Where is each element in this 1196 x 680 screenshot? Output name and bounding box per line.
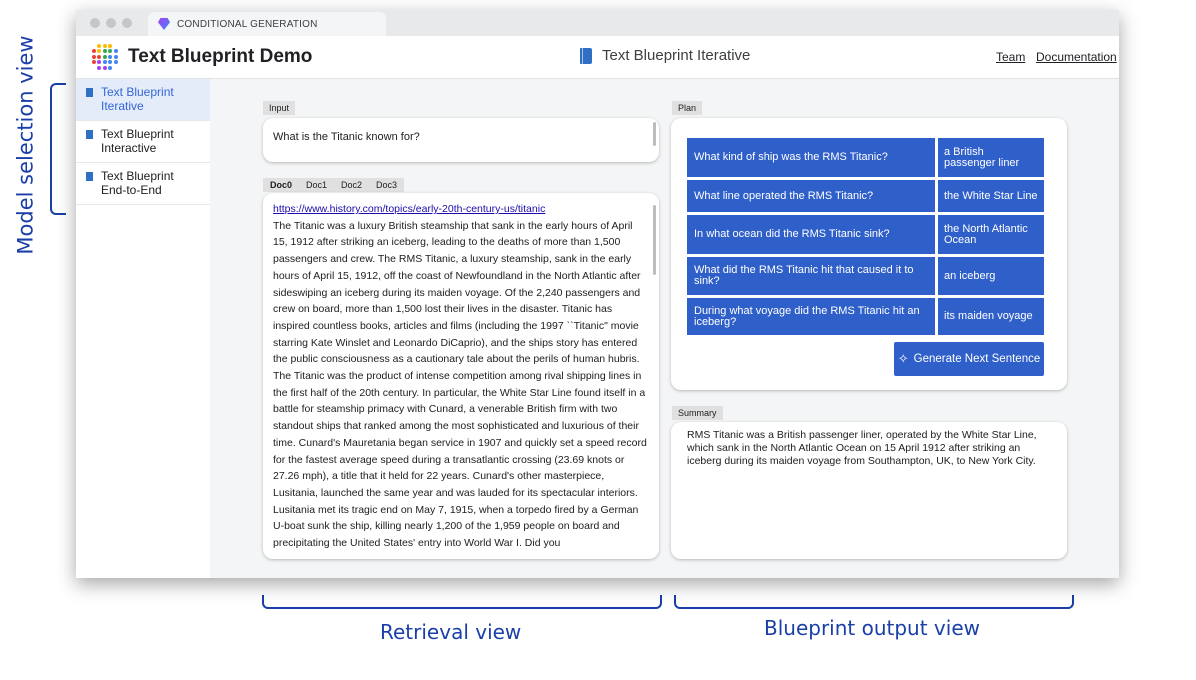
window-close-dot[interactable] [90,18,100,28]
sidebar-item-label: Text Blueprint Iterative [101,85,174,113]
book-icon [86,130,93,139]
generate-button-label: Generate Next Sentence [913,353,1041,365]
plan-question: During what voyage did the RMS Titanic h… [687,298,935,335]
documentation-link[interactable]: Documentation [1036,50,1117,64]
plan-answer: the White Star Line [938,180,1044,212]
sidebar-item-label: Text Blueprint Interactive [101,127,174,155]
plan-answer: a British passenger liner [938,138,1044,177]
browser-tab-title: CONDITIONAL GENERATION [177,18,318,30]
blueprint-output-view-label: Blueprint output view [764,616,980,640]
doc-tabs: Doc0 Doc1 Doc2 Doc3 [263,178,405,192]
input-scrollbar[interactable] [653,122,656,146]
tab-doc3[interactable]: Doc3 [369,178,404,192]
sparkle-icon: ✧ [897,351,909,366]
plan-row: During what voyage did the RMS Titanic h… [687,298,1044,335]
sidebar-item-iterative[interactable]: Text Blueprint Iterative [76,79,210,121]
plan-label: Plan [672,101,703,115]
dots-logo-icon [92,44,118,70]
summary-card: RMS Titanic was a British passenger line… [671,422,1067,559]
document-card: https://www.history.com/topics/early-20t… [263,193,659,559]
plan-question: What kind of ship was the RMS Titanic? [687,138,935,177]
document-url-link[interactable]: https://www.history.com/topics/early-20t… [273,201,649,218]
plan-card: What kind of ship was the RMS Titanic? a… [671,118,1067,390]
window-minimize-dot[interactable] [106,18,116,28]
app-title: Text Blueprint Demo [128,46,313,67]
plan-row: What line operated the RMS Titanic? the … [687,180,1044,212]
generate-next-sentence-button[interactable]: ✧ Generate Next Sentence [894,342,1044,376]
document-content: https://www.history.com/topics/early-20t… [273,201,649,552]
book-icon [86,88,93,97]
sidebar-item-interactive[interactable]: Text Blueprint Interactive [76,121,210,163]
browser-window: CONDITIONAL GENERATION Text Blueprint De… [76,10,1119,578]
input-label: Input [263,101,296,115]
page-title: Text Blueprint Iterative [580,47,750,64]
summary-text: RMS Titanic was a British passenger line… [687,429,1037,467]
plan-row: What kind of ship was the RMS Titanic? a… [687,138,1044,177]
browser-tab-bar: CONDITIONAL GENERATION [76,10,1119,36]
model-selection-brace [50,83,66,215]
book-icon [86,172,93,181]
model-selection-sidebar: Text Blueprint Iterative Text Blueprint … [76,79,210,578]
tab-doc0[interactable]: Doc0 [263,178,299,192]
tab-doc2[interactable]: Doc2 [334,178,369,192]
book-icon [580,47,592,64]
plan-row: What did the RMS Titanic hit that caused… [687,257,1044,295]
summary-label: Summary [672,406,723,420]
retrieval-brace [262,595,662,609]
document-scrollbar[interactable] [653,205,656,275]
sidebar-item-label: Text Blueprint End-to-End [101,169,174,197]
input-field[interactable]: What is the Titanic known for? [273,131,420,143]
plan-answer: an iceberg [938,257,1044,295]
retrieval-view-label: Retrieval view [380,620,522,644]
plan-question: In what ocean did the RMS Titanic sink? [687,215,935,254]
browser-tab[interactable]: CONDITIONAL GENERATION [148,12,386,36]
plan-question: What did the RMS Titanic hit that caused… [687,257,935,295]
window-zoom-dot[interactable] [122,18,132,28]
blueprint-output-brace [674,595,1074,609]
page-title-text: Text Blueprint Iterative [602,47,751,64]
gem-icon [158,18,170,30]
plan-question: What line operated the RMS Titanic? [687,180,935,212]
model-selection-annotation: Model selection view [6,30,46,260]
document-text: The Titanic was a luxury British steamsh… [273,219,647,550]
input-card[interactable]: What is the Titanic known for? [263,118,659,162]
sidebar-item-end-to-end[interactable]: Text Blueprint End-to-End [76,163,210,205]
model-selection-label: Model selection view [14,35,38,255]
plan-answer: its maiden voyage [938,298,1044,335]
plan-answer: the North Atlantic Ocean [938,215,1044,254]
team-link[interactable]: Team [996,50,1025,64]
plan-row: In what ocean did the RMS Titanic sink? … [687,215,1044,254]
tab-doc1[interactable]: Doc1 [299,178,334,192]
app-header: Text Blueprint Demo Text Blueprint Itera… [76,36,1119,79]
